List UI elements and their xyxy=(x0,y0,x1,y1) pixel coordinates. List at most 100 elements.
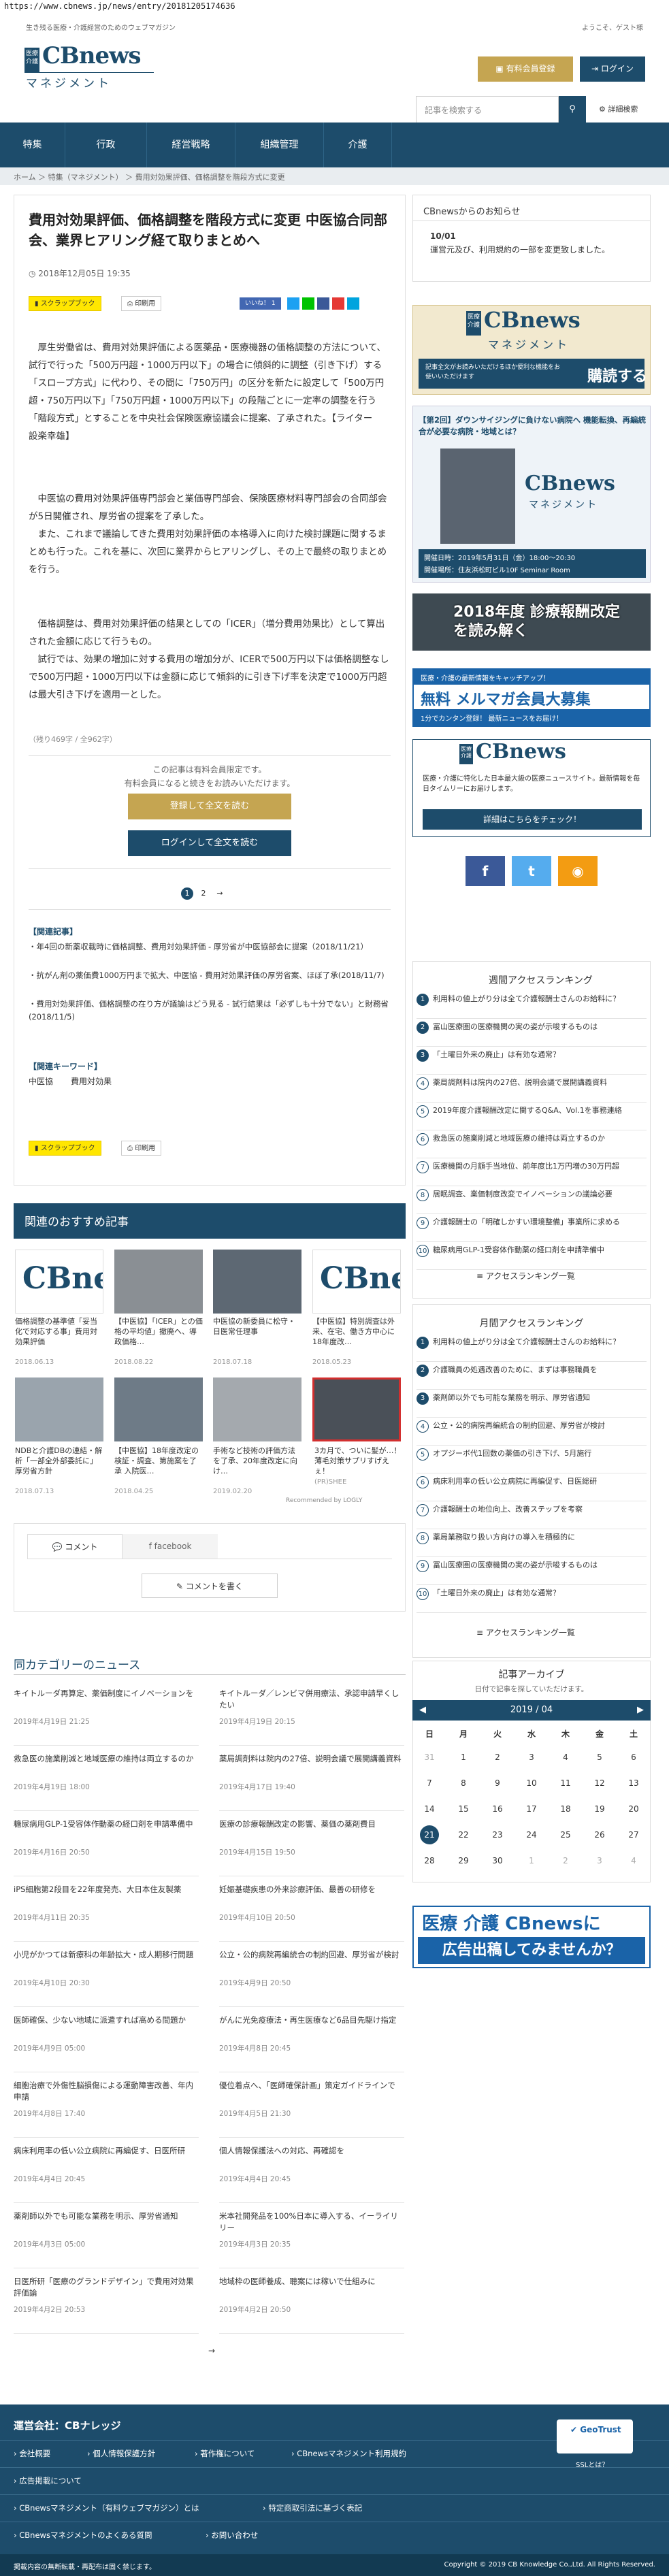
tab-facebook[interactable]: f facebook xyxy=(123,1534,218,1559)
nav-item-care[interactable]: 介護 xyxy=(324,123,392,167)
ranking-item[interactable]: 2 冨山医療圏の医療機関の実の姿が示唆するものは xyxy=(417,1022,648,1034)
tab-comment[interactable]: 💬 コメント xyxy=(27,1534,123,1559)
calendar-day[interactable]: 28 xyxy=(412,1848,446,1873)
prev-month-icon[interactable]: ◀ xyxy=(419,1700,426,1721)
nav-item-admin[interactable]: 行政 xyxy=(65,123,147,167)
reco-thumb-2[interactable] xyxy=(114,1250,203,1314)
register-read-button[interactable]: 登録して全文を読む xyxy=(128,794,291,819)
next-page-icon[interactable]: → xyxy=(214,887,226,900)
related-link[interactable]: ・費用対効果評価、価格調整の在り方が議論はどう見る - 試行結果は「必ずしも十分… xyxy=(29,998,391,1024)
footer-link[interactable]: › CBnewsマネジメントのよくある質問 xyxy=(14,2530,152,2541)
reco-thumb-3[interactable] xyxy=(213,1250,301,1314)
reco-caption[interactable]: 【中医協】18年度改定の検証・調査、第施案を了承 入院医… xyxy=(114,1446,203,1476)
calendar-day[interactable]: 30 xyxy=(480,1848,515,1873)
nav-item-org[interactable]: 組織管理 xyxy=(235,123,324,167)
ranking-item[interactable]: 7 医療機関の月額手当地位、前年度比1万円増の30万円超 xyxy=(417,1161,648,1173)
login-read-button[interactable]: ログインして全文を読む xyxy=(128,830,291,856)
footer-link[interactable]: › 著作権について xyxy=(195,2448,255,2459)
share-pocket-icon[interactable] xyxy=(332,297,344,310)
page-1[interactable]: 1 xyxy=(181,887,193,900)
reco-caption[interactable]: 【中医協】「ICER」との価格の平均値」撤廃へ、導政価格… xyxy=(114,1316,203,1347)
reco-caption[interactable]: NDBと介護DBの連結・解析「一部全外部委託に」厚労省方針 xyxy=(15,1446,103,1476)
calendar-day[interactable]: 26 xyxy=(583,1823,617,1847)
notice-text[interactable]: 運営元及び、利用規約の一部を変更致しました。 xyxy=(430,244,634,256)
ssl-link[interactable]: SSLとは？ xyxy=(576,2459,608,2469)
calendar-day[interactable]: 9 xyxy=(480,1771,515,1795)
keyword-link[interactable]: 中医協 xyxy=(29,1075,53,1087)
news-title[interactable]: キイトルーダ／レンビマ併用療法、承認申請早くしたい xyxy=(219,1688,404,1711)
calendar-day[interactable]: 2 xyxy=(480,1745,515,1770)
news-title[interactable]: 医療の診療報酬改定の影響、薬価の薬剤費目 xyxy=(219,1819,404,1830)
calendar-day[interactable]: 18 xyxy=(549,1797,583,1821)
search-input[interactable]: 記事を検索する xyxy=(416,96,559,123)
news-title[interactable]: 医師確保、少ない地域に派遣すれば高める間題か xyxy=(14,2015,199,2026)
footer-link[interactable]: › お問い合わせ xyxy=(206,2530,258,2541)
mailmag-banner[interactable]: 医療・介護の最新情報をキャッチアップ！ 無料 メルマガ会員大募集 1分でカンタン… xyxy=(412,668,651,727)
calendar-day[interactable]: 1 xyxy=(515,1848,549,1873)
ranking-item[interactable]: 10 糖尿病用GLP-1受容体作動薬の経口剤を申請準備中 xyxy=(417,1245,648,1257)
news-title[interactable]: 救急医の施業削減と地域医療の維持は両立するのか xyxy=(14,1753,199,1765)
monthly-more-link[interactable]: ≡ アクセスランキング一覧 xyxy=(476,1627,575,1638)
news-title[interactable]: 公立・公的病院再編統合の制約回避、厚労省が検討 xyxy=(219,1949,404,1961)
scrapbook-button-bottom[interactable]: ▮ スクラップブック xyxy=(29,1141,101,1156)
search-button[interactable]: ⚲ xyxy=(559,96,586,123)
calendar-day[interactable]: 2 xyxy=(549,1848,583,1873)
news-title[interactable]: キイトルーダ再算定、薬価制度にイノベーションを xyxy=(14,1688,199,1699)
ranking-item[interactable]: 3 「土曜日外来の廃止」は有効な通常？ xyxy=(417,1049,648,1062)
ranking-item[interactable]: 8 薬局業務取り扱い方向けの導入を積極的に xyxy=(417,1532,648,1544)
print-button[interactable]: ⎙ 印刷用 xyxy=(121,296,162,311)
calendar-day[interactable]: 24 xyxy=(515,1823,549,1847)
site-logo[interactable]: 医療介護 CBnews マネジメント xyxy=(25,42,154,91)
ranking-item[interactable]: 1 利用料の値上がり分は全て介護報酬士さんのお給料に？ xyxy=(417,994,648,1006)
subscribe-button[interactable]: ▣ 有料会員登録 xyxy=(478,56,573,82)
calendar-day[interactable]: 11 xyxy=(549,1771,583,1795)
calendar-day[interactable]: 23 xyxy=(480,1823,515,1847)
crumb-feature[interactable]: 特集（マネジメント） xyxy=(48,173,123,182)
url-bar[interactable]: https://www.cbnews.jp/news/entry/2018120… xyxy=(0,0,669,15)
ranking-item[interactable]: 7 介護報酬士の地位向上、改善ステップを考察 xyxy=(417,1504,648,1516)
mgmt-subscribe-banner[interactable]: 医療介護 CBnews マネジメント 記事全文がお読みいただけるほか便利な機能を… xyxy=(412,305,651,395)
news-title[interactable]: iPS細胞第2段目を22年度発売、大日本住友製薬 xyxy=(14,1884,199,1895)
news-title[interactable]: 薬局調剤料は院内の27倍、説明会議で展開講義資料 xyxy=(219,1753,404,1765)
reco-thumb-5[interactable] xyxy=(15,1377,103,1441)
logly-credit[interactable]: Recommended by LOGLY xyxy=(286,1497,362,1504)
calendar-day[interactable]: 16 xyxy=(480,1797,515,1821)
reco-thumb-1[interactable]: CBne xyxy=(15,1250,103,1314)
facebook-icon[interactable]: f xyxy=(466,856,505,886)
news-title[interactable]: 細胞治療で外傷性脳損傷による運動障害改善、年内申請 xyxy=(14,2080,199,2103)
ranking-item[interactable]: 4 公立・公的病院再編統合の制約回避、厚労省が検討 xyxy=(417,1420,648,1433)
news-title[interactable]: 妊娠基礎疾患の外来診療評価、最善の研修を xyxy=(219,1884,404,1895)
related-link[interactable]: ・年4回の新薬収載時に価格調整、費用対効果評価 - 厚労省が中医協部会に提案（2… xyxy=(29,941,391,953)
footer-link[interactable]: › CBnewsマネジメント（有料ウェブマガジン）とは xyxy=(14,2502,199,2513)
news-title[interactable]: 病床利用率の低い公立病院に再編促す、日医所研 xyxy=(14,2145,199,2157)
calendar-day[interactable]: 4 xyxy=(617,1848,651,1873)
scrapbook-button[interactable]: ▮ スクラップブック xyxy=(29,296,101,311)
news-title[interactable]: がんに光免疫療法・再生医療など6品目先駆け指定 xyxy=(219,2015,404,2026)
ranking-item[interactable]: 6 病床利用率の低い公立病院に再編促す、日医総研 xyxy=(417,1476,648,1488)
news-title[interactable]: 薬剤師以外でも可能な業務を明示、厚労省通知 xyxy=(14,2211,199,2222)
reco-caption[interactable]: 3カ月で、ついに髪が…！薄毛対策サプリすげえぇ！ xyxy=(314,1446,403,1476)
calendar-day[interactable]: 20 xyxy=(617,1797,651,1821)
calendar-day[interactable]: 6 xyxy=(617,1745,651,1770)
reco-caption[interactable]: 価格調整の基準値「妥当化で対応する事」費用対効果評価 xyxy=(15,1316,103,1347)
news-title[interactable]: 地域枠の医師養成、聴案には稼いで仕組みに xyxy=(219,2276,404,2287)
calendar-day[interactable]: 13 xyxy=(617,1771,651,1795)
ranking-item[interactable]: 5 2019年度介護報酬改定に関するQ&A、Vol.1を事務連絡 xyxy=(417,1105,648,1118)
calendar-day[interactable]: 1 xyxy=(446,1745,480,1770)
calendar-day[interactable]: 14 xyxy=(412,1797,446,1821)
ad-placement-banner[interactable]: 医療 介護 CBnewsに 広告出稿してみませんか？ xyxy=(412,1906,651,1968)
news-title[interactable]: 日医所研「医療のグランドデザイン」で費用対効果評価論 xyxy=(14,2276,199,2299)
login-button[interactable]: ⇥ ログイン xyxy=(580,56,645,82)
nav-item-strategy[interactable]: 経営戦略 xyxy=(147,123,235,167)
next-month-icon[interactable]: ▶ xyxy=(637,1700,644,1721)
calendar-day[interactable]: 17 xyxy=(515,1797,549,1821)
footer-link[interactable]: › 広告掲載について xyxy=(14,2475,82,2486)
calendar-day[interactable]: 29 xyxy=(446,1848,480,1873)
calendar-day[interactable]: 4 xyxy=(549,1745,583,1770)
ranking-item[interactable]: 5 オプジーボ代1回数の薬価の引き下げ、5月施行 xyxy=(417,1448,648,1461)
kaitei-banner[interactable]: 2018年度 診療報酬改定を読み解く xyxy=(412,593,651,651)
calendar-day[interactable]: 22 xyxy=(446,1823,480,1847)
seminar-banner[interactable]: 【第2回】ダウンサイジングに負けない病院へ 機能転換、再編統合が必要な病院・地域… xyxy=(412,406,651,583)
page-2[interactable]: 2 xyxy=(197,887,210,900)
twitter-icon[interactable]: t xyxy=(512,856,551,886)
